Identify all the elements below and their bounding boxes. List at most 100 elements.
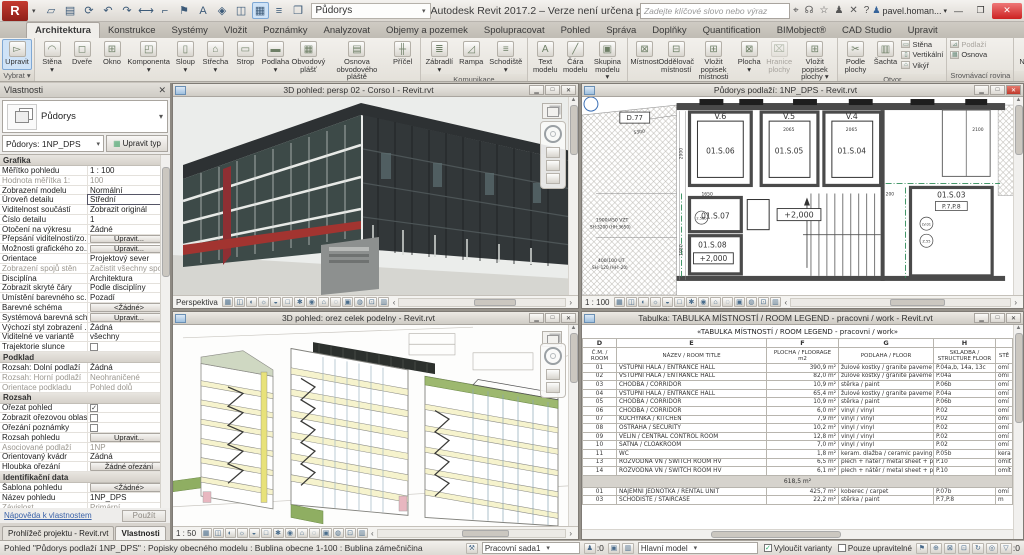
- checkbox-unchecked-icon[interactable]: [90, 343, 98, 351]
- viewbar-icon-8[interactable]: ⌂: [297, 528, 308, 538]
- wall-button[interactable]: ◠Stěna ▾: [37, 39, 67, 82]
- viewbar-icon-0[interactable]: ▦: [614, 297, 625, 307]
- undo-icon[interactable]: ↶: [100, 2, 117, 19]
- section-header-1[interactable]: Podklad⌃: [0, 352, 170, 363]
- column-button[interactable]: ▯Sloup ▾: [170, 39, 200, 82]
- modify-cursor-button[interactable]: ▻Upravit: [2, 39, 32, 70]
- table-row[interactable]: 11WC1,8 m²keram. dlažba / ceramic paving…: [583, 449, 1013, 458]
- thin-lines-icon[interactable]: ≡: [271, 2, 288, 19]
- viewbar-icon-4[interactable]: ◒: [270, 297, 281, 307]
- text-icon[interactable]: A: [195, 2, 212, 19]
- editable-elements-icon[interactable]: ♟: [584, 543, 596, 554]
- properties-scrollbar[interactable]: [160, 155, 170, 508]
- help-icon[interactable]: ?: [864, 5, 870, 16]
- minimize-icon[interactable]: ▁: [974, 313, 989, 323]
- table-row[interactable]: 01VSTUPNÍ HALA / ENTRANCE HALL390,9 m²žu…: [583, 364, 1013, 373]
- viewbar-icon-7[interactable]: ◉: [285, 528, 296, 538]
- viewbar-icon-2[interactable]: ◐: [246, 297, 257, 307]
- viewbar-icon-11[interactable]: ◍: [333, 528, 344, 538]
- shaft-opening-button[interactable]: ▥Šachta: [870, 39, 900, 74]
- property-value[interactable]: Žádné ořezání: [88, 462, 170, 471]
- viewbar-icon-6[interactable]: ✱: [273, 528, 284, 538]
- opening-by-face-button[interactable]: ✂Podle plochy: [840, 39, 870, 74]
- vertical-scrollbar[interactable]: ▲: [568, 325, 578, 526]
- horizontal-scrollbar[interactable]: [377, 529, 567, 538]
- restore-button[interactable]: ❐: [970, 3, 991, 19]
- sign-in-avatar-icon[interactable]: ♟: [834, 5, 843, 16]
- design-options-icon[interactable]: ▣: [608, 543, 620, 554]
- property-value[interactable]: 1 : 100: [88, 166, 170, 175]
- table-row[interactable]: 09VELÍN / CENTRAL CONTROL ROOM12,8 m²vin…: [583, 432, 1013, 441]
- curtain-grid-button[interactable]: ▤Osnova obvodového pláště: [326, 39, 387, 82]
- worksets-icon[interactable]: ⚒: [466, 543, 478, 554]
- tab-architektura[interactable]: Architektura: [26, 22, 100, 38]
- property-edit-button[interactable]: Upravit...: [90, 433, 168, 442]
- viewbar-icon-0[interactable]: ▦: [201, 528, 212, 538]
- vertical-opening-button[interactable]: ▯Vertikální: [901, 50, 943, 61]
- property-value[interactable]: [88, 423, 170, 432]
- viewbar-icon-1[interactable]: ◫: [626, 297, 637, 307]
- viewbar-icon-8[interactable]: ⌂: [710, 297, 721, 307]
- aligned-dimension-icon[interactable]: ⌐: [157, 2, 174, 19]
- search-binoculars-icon[interactable]: ⌖: [793, 5, 799, 16]
- viewbar-icon-5[interactable]: □: [674, 297, 685, 307]
- property-value[interactable]: Pozadí: [88, 293, 170, 302]
- door-tag-d77[interactable]: D.77: [627, 114, 643, 122]
- viewbar-icon-7[interactable]: ◉: [306, 297, 317, 307]
- tab-pozn-mky[interactable]: Poznámky: [255, 23, 315, 38]
- property-value[interactable]: [88, 342, 170, 351]
- area-button[interactable]: ⊠Plocha ▾: [734, 39, 764, 82]
- tab-pohled[interactable]: Pohled: [553, 23, 599, 38]
- status-icon-3[interactable]: ⊡: [958, 543, 970, 554]
- panel-caption[interactable]: Model: [528, 82, 626, 83]
- viewbar-icon-8[interactable]: ⌂: [318, 297, 329, 307]
- viewport-titlebar[interactable]: Tabulka: TABULKA MÍSTNOSTÍ / ROOM LEGEND…: [582, 312, 1023, 325]
- scroll-left-icon[interactable]: ‹: [393, 298, 396, 307]
- palette-tab-1[interactable]: Vlastnosti: [115, 526, 165, 540]
- panel-caption[interactable]: Pracovní rovina: [1014, 71, 1024, 82]
- table-row[interactable]: 03CHODBA / CORRIDOR10,9 m²stěrka / paint…: [583, 381, 1013, 390]
- viewbar-icon-1[interactable]: ◫: [234, 297, 245, 307]
- property-edit-button[interactable]: Upravit...: [90, 235, 168, 244]
- grid-button[interactable]: ▦Osnova: [950, 50, 987, 61]
- property-value[interactable]: Začistit všechny spoje st...: [88, 264, 170, 273]
- scroll-right-icon[interactable]: ›: [1014, 298, 1017, 307]
- 3d-section-canvas[interactable]: ▲: [173, 325, 578, 526]
- section-header-2[interactable]: Rozsah⌃: [0, 393, 170, 404]
- room-separator-button[interactable]: ⊟Oddělovač místností: [660, 39, 693, 82]
- user-account[interactable]: ♟ pavel.homan... ▾: [872, 5, 947, 16]
- workset-combo[interactable]: Pracovní sada1 ▾: [482, 542, 580, 554]
- status-icon-4[interactable]: ↻: [972, 543, 984, 554]
- vertical-scrollbar[interactable]: ▲: [568, 97, 578, 295]
- viewbar-icon-4[interactable]: ◒: [249, 528, 260, 538]
- instance-selector-combo[interactable]: Půdorys: 1NP_DPS ▾: [2, 135, 104, 152]
- exchange-apps-icon[interactable]: ✕: [849, 5, 857, 16]
- property-edit-button[interactable]: <Žádné>: [90, 303, 168, 312]
- active-option-icon[interactable]: ▥: [622, 543, 634, 554]
- viewbar-icon-11[interactable]: ◍: [354, 297, 365, 307]
- property-edit-button[interactable]: Žádné ořezání: [90, 462, 168, 471]
- table-row[interactable]: 05CHODBA / CORRIDOR10,9 m²stěrka / paint…: [583, 398, 1013, 407]
- tab-upravit[interactable]: Upravit: [900, 23, 946, 38]
- horizontal-scrollbar[interactable]: [582, 529, 1013, 539]
- table-row[interactable]: 10ŠATNA / CLOAKROOM7,0 m²vinyl / vinylP.…: [583, 441, 1013, 450]
- viewbar-icon-2[interactable]: ◐: [638, 297, 649, 307]
- tab-spolupracovat[interactable]: Spolupracovat: [476, 23, 553, 38]
- room-tag-01s08[interactable]: 01.S.08: [698, 241, 727, 250]
- exclude-options-checkbox[interactable]: ✓ Vyloučit varianty: [764, 544, 832, 553]
- viewbar-icon-1[interactable]: ◫: [213, 528, 224, 538]
- model-line-button[interactable]: ╱Čára modelu: [560, 39, 590, 82]
- property-value[interactable]: 1: [88, 215, 170, 224]
- table-row[interactable]: 04VSTUPNÍ HALA / ENTRANCE HALL65,4 m²žul…: [583, 389, 1013, 398]
- switch-windows-icon[interactable]: ❐: [290, 2, 307, 19]
- minimize-icon[interactable]: ▁: [529, 313, 544, 323]
- search-input[interactable]: Zadejte klíčové slovo nebo výraz: [640, 3, 790, 19]
- viewbar-icon-11[interactable]: ◍: [746, 297, 757, 307]
- pan-icon[interactable]: [546, 369, 560, 380]
- viewbar-icon-5[interactable]: □: [261, 528, 272, 538]
- close-icon[interactable]: ✕: [561, 85, 576, 95]
- view-scale-label[interactable]: 1 : 100: [585, 298, 609, 307]
- property-value[interactable]: Žádná: [88, 323, 170, 332]
- close-icon[interactable]: ✕: [1006, 313, 1021, 323]
- view-scale-label[interactable]: 1 : 50: [176, 529, 196, 538]
